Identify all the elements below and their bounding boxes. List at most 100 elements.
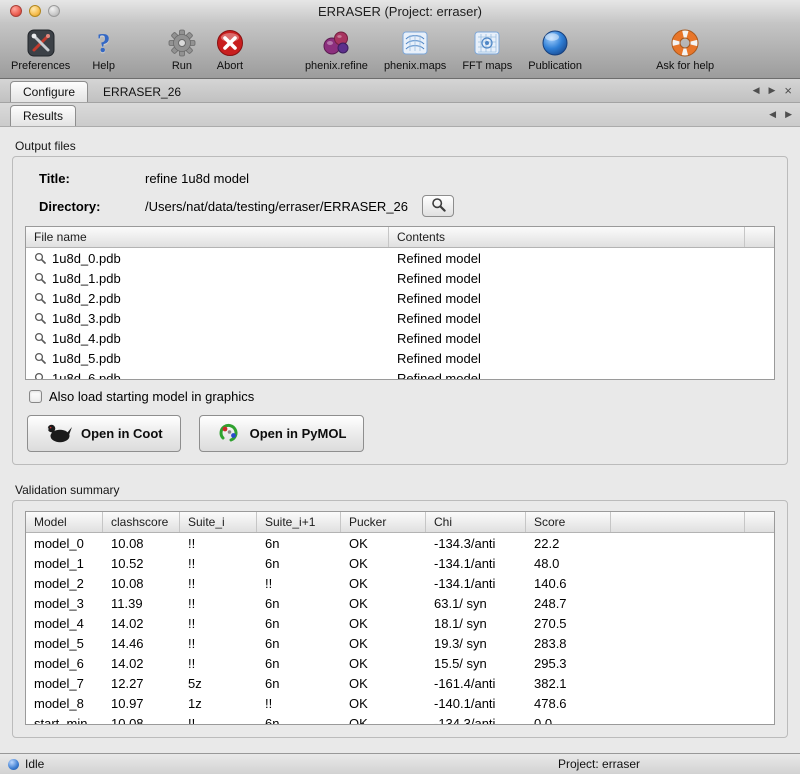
toolbar-button-fft-maps[interactable]: FFT maps [457, 25, 517, 73]
browse-directory-button[interactable] [422, 195, 454, 217]
tab-erraser-26[interactable]: ERRASER_26 [91, 81, 193, 102]
toolbar-button-help[interactable]: ? Help [87, 25, 120, 73]
column-header-pucker[interactable]: Pucker [341, 512, 426, 532]
tab-results[interactable]: Results [10, 105, 76, 126]
preferences-icon [26, 26, 56, 59]
score-cell: 283.8 [526, 633, 611, 653]
validation-row[interactable]: model_7 12.27 5z 6n OK -161.4/anti 382.1 [26, 673, 774, 693]
tab-scroll-right-icon[interactable]: ▶ [768, 85, 775, 96]
toolbar-button-abort[interactable]: Abort [210, 25, 250, 73]
column-header-contents[interactable]: Contents [389, 227, 745, 247]
suite-i-cell: !! [180, 553, 257, 573]
tab-close-icon[interactable]: × [784, 86, 792, 95]
sub-tab-scroll-left-icon[interactable]: ◀ [769, 109, 776, 120]
toolbar-button-publication[interactable]: Publication [523, 25, 587, 73]
results-page: Output files Title: refine 1u8d model Di… [0, 127, 800, 753]
file-row[interactable]: 1u8d_5.pdb Refined model [26, 348, 774, 368]
toolbar-button-phenix-maps[interactable]: phenix.maps [379, 25, 451, 73]
directory-value: /Users/nat/data/testing/erraser/ERRASER_… [145, 199, 408, 214]
tab-label: Results [23, 109, 63, 123]
validation-row[interactable]: model_8 10.97 1z !! OK -140.1/anti 478.6 [26, 693, 774, 713]
directory-label: Directory: [39, 199, 145, 214]
column-header-file-name[interactable]: File name [26, 227, 389, 247]
validation-row[interactable]: model_2 10.08 !! !! OK -134.1/anti 140.6 [26, 573, 774, 593]
toolbar-label: Run [172, 60, 192, 72]
column-header-suite-i1[interactable]: Suite_i+1 [257, 512, 341, 532]
checkbox-icon[interactable] [29, 390, 42, 403]
tab-nav: ◀ ▶ × [753, 85, 792, 102]
zoom-button[interactable] [48, 5, 60, 17]
pucker-cell: OK [341, 673, 426, 693]
validation-row[interactable]: model_4 14.02 !! 6n OK 18.1/ syn 270.5 [26, 613, 774, 633]
open-in-coot-button[interactable]: Open in Coot [27, 415, 181, 452]
magnifier-icon [34, 272, 46, 284]
column-header-filler [611, 512, 745, 532]
validation-row[interactable]: model_3 11.39 !! 6n OK 63.1/ syn 248.7 [26, 593, 774, 613]
validation-row[interactable]: model_5 14.46 !! 6n OK 19.3/ syn 283.8 [26, 633, 774, 653]
clashscore-cell: 14.46 [103, 633, 180, 653]
column-header-model[interactable]: Model [26, 512, 103, 532]
minimize-button[interactable] [29, 5, 41, 17]
suite-i1-cell: 6n [257, 673, 341, 693]
pucker-cell: OK [341, 573, 426, 593]
column-header-clashscore[interactable]: clashscore [103, 512, 180, 532]
validation-summary-group: Validation summary Model clashscore Suit… [12, 483, 788, 738]
suite-i-cell: !! [180, 593, 257, 613]
file-row[interactable]: 1u8d_2.pdb Refined model [26, 288, 774, 308]
file-contents-cell: Refined model [389, 308, 745, 328]
file-contents-cell: Refined model [389, 288, 745, 308]
toolbar-button-preferences[interactable]: Preferences [6, 25, 75, 73]
button-label: Open in Coot [81, 426, 163, 441]
validation-row[interactable]: model_0 10.08 !! 6n OK -134.3/anti 22.2 [26, 533, 774, 553]
pucker-cell: OK [341, 533, 426, 553]
publication-globe-icon [540, 26, 570, 59]
pucker-cell: OK [341, 653, 426, 673]
tab-configure[interactable]: Configure [10, 81, 88, 102]
file-name: 1u8d_2.pdb [52, 291, 121, 306]
phenix-maps-icon [400, 26, 430, 59]
suite-i1-cell: !! [257, 573, 341, 593]
validation-row[interactable]: start_min 10.08 !! 6n OK -134.3/anti 0.0 [26, 713, 774, 725]
pucker-cell: OK [341, 693, 426, 713]
file-name: 1u8d_5.pdb [52, 351, 121, 366]
model-cell: model_0 [26, 533, 103, 553]
file-row[interactable]: 1u8d_4.pdb Refined model [26, 328, 774, 348]
file-name: 1u8d_0.pdb [52, 251, 121, 266]
column-header-chi[interactable]: Chi [426, 512, 526, 532]
file-row[interactable]: 1u8d_6.pdb Refined model [26, 368, 774, 380]
file-row[interactable]: 1u8d_3.pdb Refined model [26, 308, 774, 328]
clashscore-cell: 14.02 [103, 653, 180, 673]
column-header-score[interactable]: Score [526, 512, 611, 532]
score-cell: 248.7 [526, 593, 611, 613]
column-header-suite-i[interactable]: Suite_i [180, 512, 257, 532]
magnifier-icon [34, 252, 46, 264]
toolbar-button-ask-for-help[interactable]: Ask for help [651, 25, 719, 73]
suite-i-cell: !! [180, 533, 257, 553]
sub-tab-scroll-right-icon[interactable]: ▶ [785, 109, 792, 120]
file-row[interactable]: 1u8d_0.pdb Refined model [26, 248, 774, 268]
suite-i-cell: 1z [180, 693, 257, 713]
magnifier-icon [34, 372, 46, 380]
validation-row[interactable]: model_1 10.52 !! 6n OK -134.1/anti 48.0 [26, 553, 774, 573]
group-label: Output files [15, 139, 788, 153]
toolbar-button-phenix-refine[interactable]: phenix.refine [300, 25, 373, 73]
suite-i1-cell: 6n [257, 593, 341, 613]
file-name-cell: 1u8d_2.pdb [26, 288, 389, 308]
tab-scroll-left-icon[interactable]: ◀ [753, 85, 760, 96]
model-cell: model_5 [26, 633, 103, 653]
file-row[interactable]: 1u8d_1.pdb Refined model [26, 268, 774, 288]
pucker-cell: OK [341, 613, 426, 633]
toolbar-label: phenix.maps [384, 60, 446, 72]
toolbar-button-run[interactable]: Run [162, 25, 202, 73]
file-contents-cell: Refined model [389, 268, 745, 288]
open-in-pymol-button[interactable]: Open in PyMOL [199, 415, 365, 452]
tab-label: Configure [23, 85, 75, 99]
validation-row[interactable]: model_6 14.02 !! 6n OK 15.5/ syn 295.3 [26, 653, 774, 673]
load-starting-model-option[interactable]: Also load starting model in graphics [29, 389, 775, 404]
graphics-buttons: Open in Coot Open in PyMOL [27, 415, 775, 452]
chi-cell: 63.1/ syn [426, 593, 526, 613]
toolbar-label: phenix.refine [305, 60, 368, 72]
file-name-cell: 1u8d_6.pdb [26, 368, 389, 380]
close-button[interactable] [10, 5, 22, 17]
chi-cell: -134.3/anti [426, 713, 526, 725]
